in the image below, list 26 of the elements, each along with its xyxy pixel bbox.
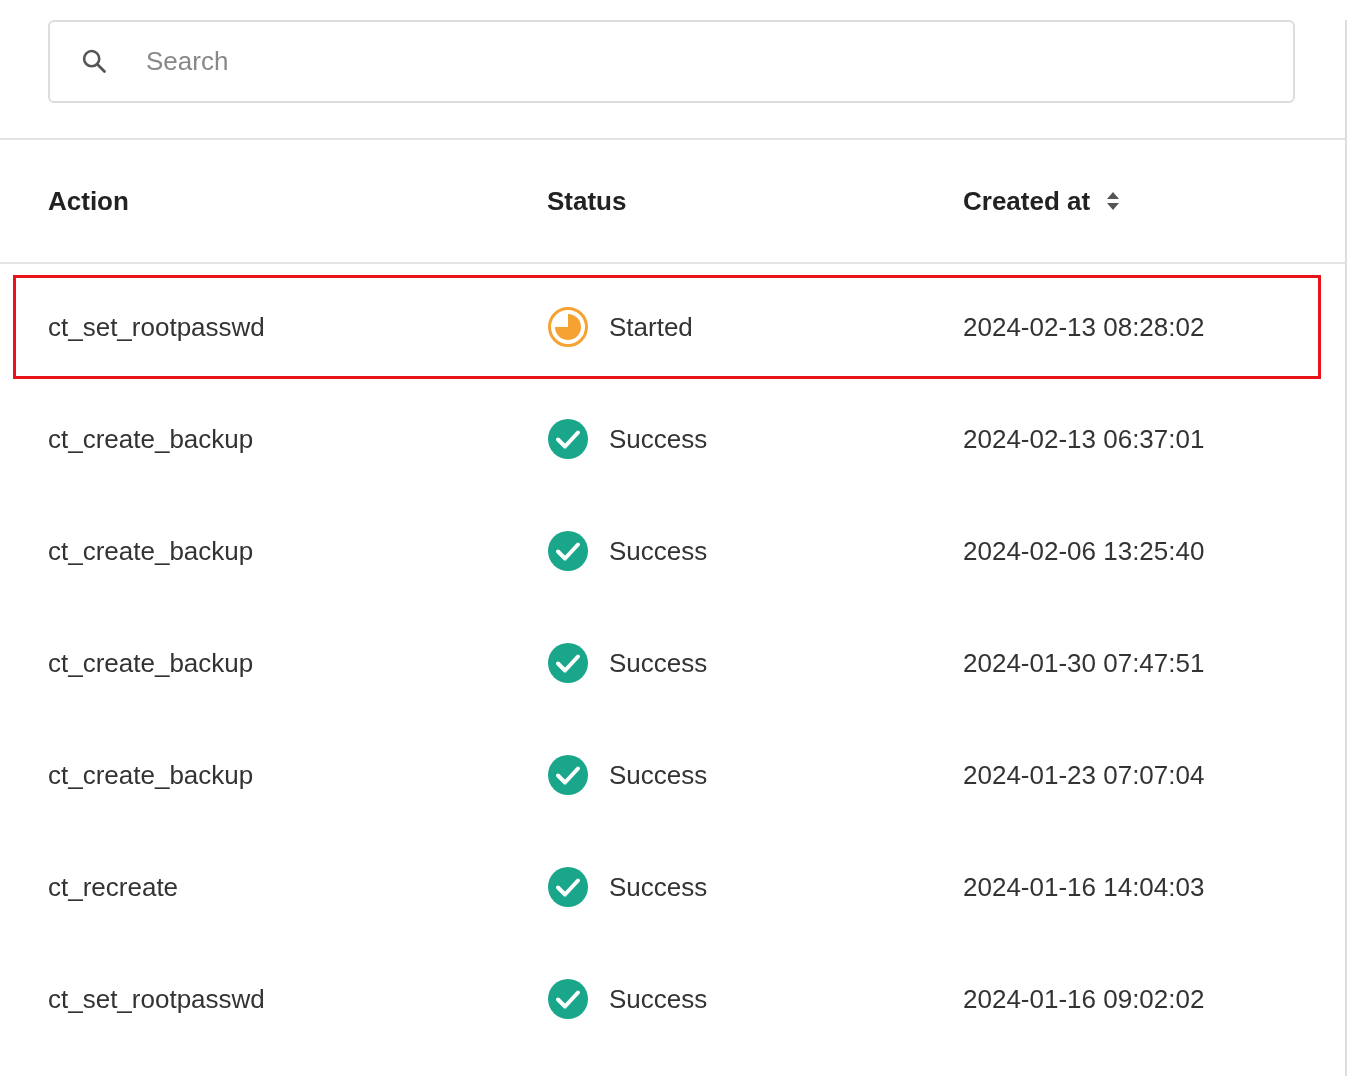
action-cell: ct_create_backup bbox=[48, 759, 254, 790]
date-cell: 2024-01-16 09:02:02 bbox=[963, 983, 1205, 1014]
search-field[interactable]: Search bbox=[48, 20, 1295, 103]
column-header: Status bbox=[547, 184, 627, 218]
status-text: Success bbox=[609, 982, 708, 1016]
column-header[interactable]: Created at bbox=[963, 181, 1121, 221]
status-text: Success bbox=[609, 422, 708, 456]
date-cell: 2024-02-13 08:28:02 bbox=[963, 311, 1205, 342]
date-cell: 2024-02-13 06:37:01 bbox=[963, 423, 1205, 454]
action-cell: ct_recreate bbox=[48, 871, 179, 902]
action-cell: ct_set_rootpasswd bbox=[48, 983, 265, 1014]
date-cell: 2024-01-30 07:47:51 bbox=[963, 647, 1205, 678]
action-cell: ct_create_backup bbox=[48, 423, 254, 454]
status-text: Started bbox=[609, 310, 693, 344]
column-header: Action bbox=[48, 184, 129, 218]
action-cell: ct_set_rootpasswd bbox=[48, 311, 265, 342]
date-cell: 2024-01-23 07:07:04 bbox=[963, 759, 1205, 790]
status-text: Success bbox=[609, 534, 708, 568]
status-text: Success bbox=[609, 870, 708, 904]
action-cell: ct_create_backup bbox=[48, 647, 254, 678]
action-cell: ct_create_backup bbox=[48, 535, 254, 566]
date-cell: 2024-02-06 13:25:40 bbox=[963, 535, 1205, 566]
search-icon bbox=[80, 47, 108, 75]
date-cell: 2024-01-16 14:04:03 bbox=[963, 871, 1205, 902]
status-text: Success bbox=[609, 758, 708, 792]
status-text: Success bbox=[609, 646, 708, 680]
